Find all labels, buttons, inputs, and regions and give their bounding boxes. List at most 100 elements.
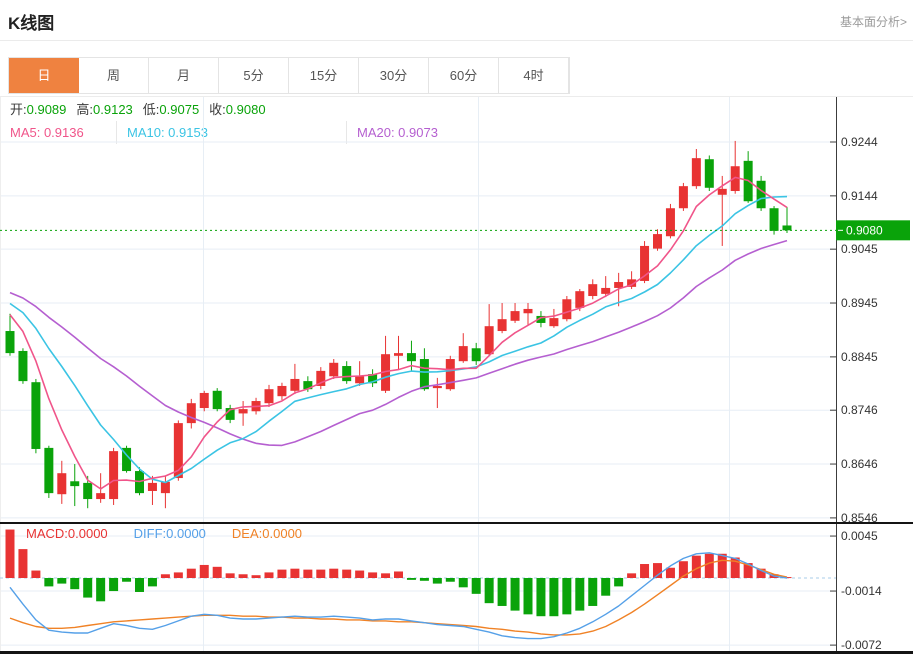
macd-bar bbox=[199, 564, 209, 578]
y-axis-label: 0.8945 bbox=[841, 296, 878, 310]
macd-bar bbox=[109, 578, 119, 592]
fundamental-analysis-link[interactable]: 基本面分析> bbox=[840, 13, 907, 30]
macd-histogram bbox=[5, 529, 792, 617]
candle[interactable] bbox=[743, 151, 753, 203]
macd-bar bbox=[497, 578, 507, 606]
macd-bar bbox=[70, 578, 80, 590]
macd-bar bbox=[212, 566, 222, 578]
macd-bar bbox=[536, 578, 546, 617]
macd-bar bbox=[432, 578, 442, 584]
candle[interactable] bbox=[445, 355, 455, 391]
candle[interactable] bbox=[199, 390, 209, 412]
candle[interactable] bbox=[471, 342, 481, 365]
macd-bar bbox=[329, 568, 339, 578]
tab-period-4[interactable]: 15分 bbox=[289, 58, 359, 93]
tab-period-3[interactable]: 5分 bbox=[219, 58, 289, 93]
candle[interactable] bbox=[510, 303, 520, 323]
candle[interactable] bbox=[44, 445, 54, 498]
candle[interactable] bbox=[368, 369, 378, 388]
y-axis-label: 0.8845 bbox=[841, 350, 878, 364]
candle[interactable] bbox=[225, 404, 235, 424]
candle[interactable] bbox=[31, 378, 41, 454]
macd-bar bbox=[316, 569, 326, 578]
macd-bar bbox=[601, 578, 611, 596]
candle[interactable] bbox=[678, 182, 688, 211]
tab-period-5[interactable]: 30分 bbox=[359, 58, 429, 93]
macd-bar bbox=[640, 564, 650, 578]
candle[interactable] bbox=[549, 308, 559, 328]
macd-bar bbox=[147, 578, 157, 587]
macd-chart-canvas[interactable]: 0.0045 -0.0014 -0.0072 bbox=[0, 522, 913, 654]
candle[interactable] bbox=[342, 361, 352, 384]
macd-bar bbox=[665, 567, 675, 578]
macd-bar bbox=[549, 578, 559, 617]
macd-y-axis-label: 0.0045 bbox=[841, 529, 878, 543]
candle[interactable] bbox=[419, 348, 429, 391]
macd-bar bbox=[225, 573, 235, 578]
macd-bar bbox=[173, 572, 183, 578]
tab-period-0[interactable]: 日 bbox=[9, 58, 79, 93]
macd-bar bbox=[96, 578, 106, 602]
header: K线图 基本面分析> bbox=[0, 0, 913, 41]
candle[interactable] bbox=[381, 335, 391, 393]
macd-axis-labels: 0.0045 -0.0014 -0.0072 bbox=[830, 529, 882, 652]
y-axis-label: 0.9244 bbox=[841, 135, 878, 149]
candle[interactable] bbox=[653, 229, 662, 251]
candle[interactable] bbox=[484, 304, 494, 356]
tab-period-1[interactable]: 周 bbox=[79, 58, 149, 93]
macd-bar bbox=[186, 568, 196, 578]
y-axis-label: 0.9144 bbox=[841, 189, 878, 203]
tab-period-2[interactable]: 月 bbox=[149, 58, 219, 93]
tab-period-6[interactable]: 60分 bbox=[429, 58, 499, 93]
svg-text:0.9080: 0.9080 bbox=[846, 223, 883, 237]
price-axis-labels: 0.9244 0.9144 0.9045 0.8945 0.8845 0.8746 0.86… bbox=[830, 135, 878, 522]
candle[interactable] bbox=[316, 367, 326, 390]
candle[interactable] bbox=[523, 303, 533, 326]
macd-bar bbox=[704, 553, 714, 578]
candle[interactable] bbox=[691, 149, 701, 189]
candle[interactable] bbox=[70, 464, 80, 507]
candle[interactable] bbox=[432, 377, 442, 409]
macd-bar bbox=[419, 578, 429, 581]
period-tab-bar: 日周月 5分 15分 30分 60分 4时 bbox=[8, 57, 570, 94]
candle[interactable] bbox=[18, 348, 28, 384]
candle[interactable] bbox=[57, 460, 67, 504]
y-axis-label: 0.8746 bbox=[841, 403, 878, 417]
macd-bar bbox=[18, 549, 28, 578]
macd-bar bbox=[83, 578, 93, 598]
candle[interactable] bbox=[238, 401, 248, 426]
candle[interactable] bbox=[5, 313, 15, 356]
candle[interactable] bbox=[782, 207, 792, 234]
candle[interactable] bbox=[109, 447, 119, 505]
candle[interactable] bbox=[665, 203, 675, 239]
macd-bar bbox=[562, 578, 572, 615]
y-axis-label: 0.8546 bbox=[841, 511, 878, 522]
macd-bar bbox=[44, 578, 54, 587]
candle[interactable] bbox=[277, 382, 287, 400]
candle[interactable] bbox=[458, 333, 468, 363]
candle[interactable] bbox=[394, 335, 403, 370]
macd-bar bbox=[471, 578, 481, 594]
candle[interactable] bbox=[355, 361, 365, 386]
candle[interactable] bbox=[212, 388, 222, 412]
macd-bar bbox=[264, 572, 274, 578]
candle[interactable] bbox=[264, 384, 274, 407]
candle[interactable] bbox=[497, 303, 507, 334]
page-title: K线图 bbox=[8, 14, 55, 33]
macd-bar bbox=[31, 570, 41, 578]
candle[interactable] bbox=[704, 155, 714, 192]
candle[interactable] bbox=[562, 296, 572, 322]
current-price-badge: 0.9080 bbox=[836, 220, 910, 241]
macd-bar bbox=[394, 571, 403, 578]
candle[interactable] bbox=[588, 279, 598, 300]
candle[interactable] bbox=[730, 140, 740, 194]
tab-period-7[interactable]: 4时 bbox=[499, 58, 569, 93]
candle[interactable] bbox=[329, 359, 339, 379]
candle[interactable] bbox=[186, 398, 196, 429]
macd-bar bbox=[510, 578, 520, 611]
candle[interactable] bbox=[290, 363, 300, 395]
main-chart-canvas[interactable]: 0.9244 0.9144 0.9045 0.8945 0.8845 0.8746 0.86… bbox=[0, 97, 913, 522]
macd-y-axis-label: -0.0072 bbox=[841, 638, 882, 652]
y-axis-label: 0.9045 bbox=[841, 242, 878, 256]
macd-bar bbox=[342, 569, 352, 578]
